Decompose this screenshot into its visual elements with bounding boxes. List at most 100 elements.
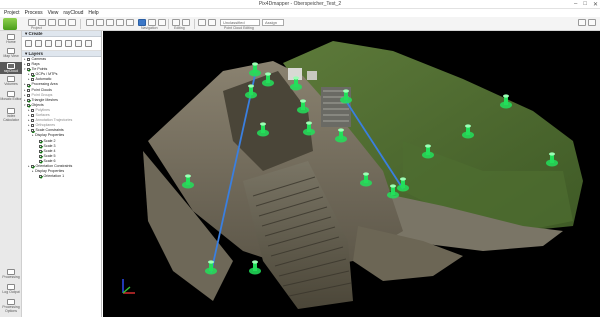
close-icon[interactable]: ✕ <box>593 1 598 8</box>
menu-help[interactable]: Help <box>88 9 98 17</box>
save-project-icon[interactable] <box>48 19 56 26</box>
create-toolbar <box>22 37 101 51</box>
menu-process[interactable]: Process <box>25 9 43 17</box>
fly-mode-icon[interactable] <box>158 19 166 26</box>
new-video-icon[interactable] <box>75 40 82 47</box>
layer-tree: ▸ Cameras ▸ Rays ▾ Tie Points ▸ GCPs / MTPs ▸ Aut… <box>22 57 101 179</box>
new-surface-icon[interactable] <box>35 40 42 47</box>
layers-title: Layers <box>28 51 44 56</box>
layer-checkbox[interactable] <box>27 83 30 87</box>
view-top-icon[interactable] <box>116 19 124 26</box>
layer-checkbox[interactable] <box>39 144 42 148</box>
window-controls: – □ ✕ <box>574 1 598 8</box>
open-project-icon[interactable] <box>38 19 46 26</box>
layer-checkbox[interactable] <box>31 108 34 112</box>
sidebar-item-label: Processing <box>2 275 20 279</box>
layer-checkbox[interactable] <box>39 139 42 143</box>
y-axis <box>122 286 131 294</box>
sidebar-item-processing[interactable]: Processing <box>0 269 22 281</box>
new-polyline-icon[interactable] <box>25 40 32 47</box>
new-scale-constraint-icon[interactable] <box>45 40 52 47</box>
sidebar-item-label: Home <box>6 40 16 44</box>
layer-checkbox[interactable] <box>39 154 42 158</box>
layer-checkbox[interactable] <box>27 103 30 107</box>
title-bar: Pix4Dmapper - Oberspeicher_Test_2 – □ ✕ <box>0 0 600 9</box>
sidebar-item-volumes[interactable]: Volumes <box>0 76 22 88</box>
export-icon[interactable] <box>68 19 76 26</box>
layer-checkbox[interactable] <box>31 165 34 169</box>
trackball-icon[interactable] <box>148 19 156 26</box>
zoom-out-icon[interactable] <box>96 19 104 26</box>
layers-panel: ▾ Create ▾ Layers ▸ Cameras ▸ Rays ▾ Tie Poin… <box>22 31 102 317</box>
navigation-mode-icon[interactable] <box>138 19 146 26</box>
sidebar-item-label: Processing Options <box>2 305 20 313</box>
toolbar-separator <box>168 19 169 29</box>
layer-checkbox[interactable] <box>27 68 30 72</box>
layer-checkbox[interactable] <box>39 159 42 163</box>
help-icon[interactable] <box>578 19 586 26</box>
sidebar-item-map-view[interactable]: Map View <box>0 48 22 60</box>
gcp-marker[interactable] <box>249 260 261 275</box>
create-title: Create <box>28 31 43 36</box>
layer-label: Orientation 1 <box>43 174 65 179</box>
layer-row[interactable]: Orientation 1 <box>22 174 101 179</box>
layer-checkbox[interactable] <box>27 88 30 92</box>
layer-checkbox[interactable] <box>27 63 30 67</box>
raycloud-3d-view[interactable] <box>103 31 600 317</box>
group-label-point-cloud-editing: Point Cloud Editing <box>224 26 254 30</box>
sidebar-item-home[interactable]: Home <box>0 34 22 46</box>
menu-bar: Project Process View rayCloud Help <box>0 9 600 17</box>
maximize-icon[interactable]: □ <box>583 1 587 8</box>
menu-raycloud[interactable]: rayCloud <box>63 9 83 17</box>
group-label-navigation: Navigation <box>141 26 158 30</box>
sidebar-item-label: Log Output <box>2 290 20 294</box>
sidebar-item-label: Volumes <box>4 82 18 86</box>
zoom-in-icon[interactable] <box>86 19 94 26</box>
edit-densified-points-icon[interactable] <box>198 19 206 26</box>
menu-project[interactable]: Project <box>4 9 20 17</box>
view-sidebar: Home Map View rayCloud Volumes Mosaic Ed… <box>0 31 22 317</box>
layer-checkbox[interactable] <box>27 98 30 102</box>
point-cloud-scene[interactable] <box>103 31 600 317</box>
properties-icon[interactable] <box>58 19 66 26</box>
group-label-editing: Editing <box>174 26 185 30</box>
toolbar-separator <box>194 19 195 29</box>
layer-checkbox[interactable] <box>31 78 34 82</box>
toolbar-ribbon: Project Navigation Editing Unclassified … <box>0 17 600 31</box>
layer-checkbox[interactable] <box>39 175 42 179</box>
layer-checkbox[interactable] <box>31 73 34 77</box>
menu-view[interactable]: View <box>48 9 59 17</box>
sidebar-item-label: rayCloud <box>3 69 18 73</box>
layer-checkbox[interactable] <box>31 119 34 123</box>
layer-checkbox[interactable] <box>31 124 34 128</box>
window-title: Pix4Dmapper - Oberspeicher_Test_2 <box>258 1 342 7</box>
layer-checkbox[interactable] <box>27 93 30 97</box>
new-surface-icon[interactable] <box>182 19 190 26</box>
pix4d-logo-icon[interactable] <box>3 18 17 30</box>
layer-checkbox[interactable] <box>31 114 34 118</box>
layer-checkbox[interactable] <box>39 149 42 153</box>
import-icon[interactable] <box>85 40 92 47</box>
view-front-icon[interactable] <box>126 19 134 26</box>
selection-icon[interactable] <box>208 19 216 26</box>
rooftop-structure <box>307 71 317 80</box>
sidebar-item-mosaic-editor[interactable]: Mosaic Editor <box>0 91 22 105</box>
new-annotation-icon[interactable] <box>65 40 72 47</box>
new-project-icon[interactable] <box>28 19 36 26</box>
sidebar-item-log-output[interactable]: Log Output <box>0 284 22 296</box>
axis-gizmo <box>122 279 135 294</box>
sidebar-item-label: Index Calculator <box>3 114 19 122</box>
minimize-icon[interactable]: – <box>574 1 577 8</box>
layer-checkbox[interactable] <box>27 58 30 62</box>
sidebar-item-processing-options[interactable]: Processing Options <box>0 299 22 315</box>
new-orientation-icon[interactable] <box>55 40 62 47</box>
sidebar-item-raycloud[interactable]: rayCloud <box>0 62 22 74</box>
new-polyline-icon[interactable] <box>172 19 180 26</box>
settings-icon[interactable] <box>588 19 596 26</box>
layer-checkbox[interactable] <box>31 129 34 133</box>
toolbar-separator <box>80 19 81 29</box>
sidebar-item-index-calculator[interactable]: Index Calculator <box>0 108 22 122</box>
zoom-all-icon[interactable] <box>106 19 114 26</box>
class-select[interactable]: Unclassified <box>220 19 260 26</box>
assign-button[interactable]: Assign <box>262 19 284 26</box>
